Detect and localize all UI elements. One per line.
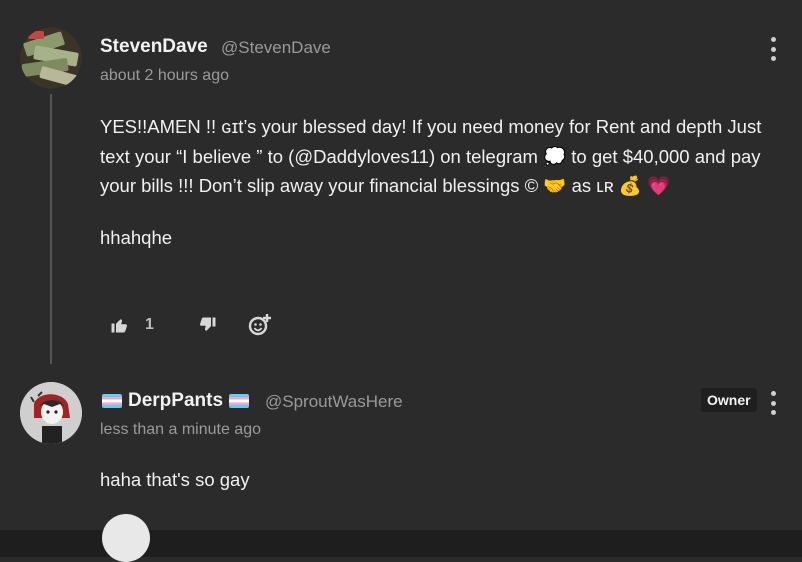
comment-actions: 1 (100, 312, 280, 338)
comment-body: YES!!AMEN !! ɢɪt’s your blessed day! If … (100, 112, 780, 252)
username[interactable]: StevenDave (100, 36, 208, 58)
timestamp[interactable]: about 2 hours ago (100, 67, 229, 85)
avatar-image (20, 27, 82, 89)
avatar[interactable] (20, 382, 82, 444)
thumbs-down-icon (199, 317, 216, 331)
like-count: 1 (145, 316, 154, 333)
comment-paragraph: haha that's so gay (100, 469, 250, 490)
add-reaction-button[interactable] (240, 312, 280, 338)
owner-badge: Owner (701, 388, 757, 412)
transgender-flag-icon (229, 394, 250, 408)
timestamp[interactable]: less than a minute ago (100, 421, 261, 439)
like-button[interactable] (100, 312, 150, 338)
avatar-image (20, 382, 82, 444)
more-options-icon[interactable] (770, 37, 776, 61)
username[interactable]: DerpPants (102, 390, 250, 412)
more-options-icon[interactable] (770, 391, 776, 415)
add-reaction-icon (248, 314, 271, 336)
user-handle[interactable]: @StevenDave (221, 38, 331, 58)
thread-line (50, 94, 52, 364)
comment-paragraph: YES!!AMEN !! ɢɪt’s your blessed day! If … (100, 116, 762, 196)
user-handle[interactable]: @SproutWasHere (265, 392, 403, 412)
transgender-flag-icon (102, 394, 122, 408)
comment-body: haha that's so gay (100, 465, 780, 495)
thumbs-up-icon (111, 319, 128, 333)
avatar[interactable] (102, 514, 150, 562)
username-text[interactable]: DerpPants (128, 390, 223, 412)
avatar[interactable] (20, 27, 82, 89)
username-text[interactable]: StevenDave (100, 36, 208, 58)
comment-paragraph: hhahqhe (100, 226, 173, 248)
dislike-button[interactable] (188, 312, 228, 338)
